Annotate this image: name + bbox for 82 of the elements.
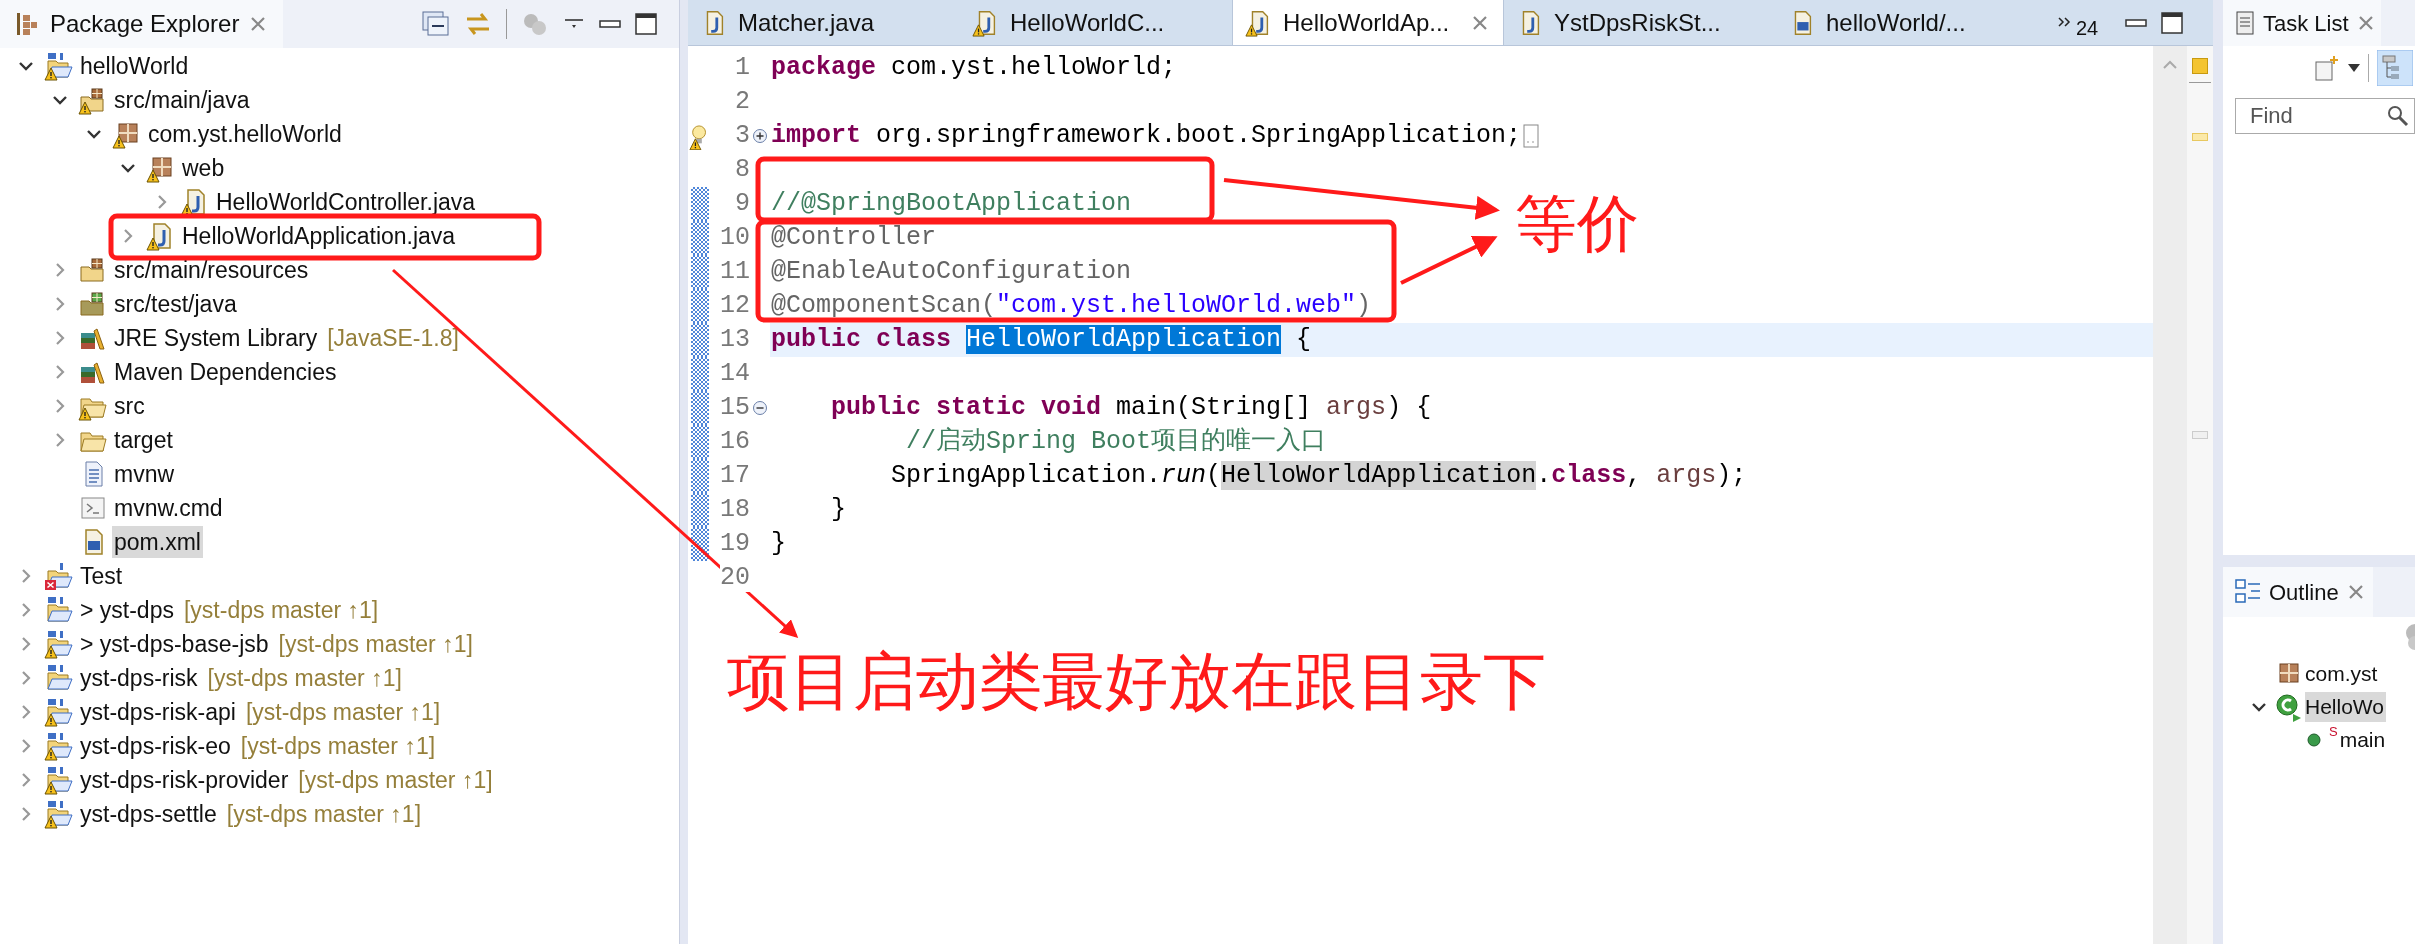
folded-code-icon[interactable] — [1523, 124, 1540, 148]
maximize-icon[interactable] — [635, 13, 657, 35]
line-number: 20 — [718, 563, 750, 593]
code-line: @EnableAutoConfiguration — [770, 256, 1132, 288]
close-icon[interactable] — [1471, 13, 1489, 32]
editor-tab[interactable]: Matcher.java — [688, 0, 960, 45]
tree-label[interactable]: target — [112, 424, 175, 456]
scroll-bar[interactable] — [2153, 46, 2187, 944]
tree-label[interactable]: > yst-dps-base-jsb — [78, 628, 271, 660]
close-icon[interactable] — [2356, 14, 2375, 32]
close-icon[interactable] — [2346, 583, 2365, 601]
code-line: package com.yst.helloWorld; — [770, 52, 1177, 84]
link-arrows-icon[interactable] — [464, 11, 492, 37]
editor-tab[interactable]: HelloWorldAp... — [1232, 0, 1504, 45]
tree-label[interactable]: yst-dps-risk-provider — [78, 764, 291, 796]
tree-label[interactable]: Test — [78, 560, 125, 592]
tree-label[interactable]: HelloWorldApplication.java — [180, 220, 458, 252]
class-icon — [2273, 691, 2303, 722]
tree-label[interactable]: yst-dps-risk-api — [78, 696, 238, 728]
repo-decoration: [yst-dps master ↑1] — [245, 697, 441, 727]
tree-label[interactable]: HelloWorldController.java — [214, 186, 478, 218]
annotation-note: 等价 — [1515, 188, 1639, 260]
outline-icon — [2235, 579, 2261, 605]
tree-label[interactable]: src/main/java — [112, 84, 252, 116]
tree-label[interactable]: src/main/resources — [112, 254, 311, 286]
code-line: public class HelloWorldApplication { — [770, 324, 1312, 356]
gears-icon[interactable] — [521, 11, 549, 37]
repo-decoration: [yst-dps master ↑1] — [207, 663, 402, 693]
editor-tab[interactable]: helloWorld/... — [1776, 0, 2046, 45]
tree-label[interactable]: mvnw — [112, 458, 177, 490]
collapse-icon[interactable] — [752, 400, 768, 416]
minimize-icon[interactable] — [2125, 17, 2147, 28]
code-line: public static void main(String[] args) { — [830, 392, 1432, 424]
dropdown-caret-icon[interactable] — [2348, 64, 2360, 72]
method-icon — [2307, 732, 2321, 747]
editor-tab[interactable]: YstDpsRiskSt... — [1504, 0, 1776, 45]
code-line: //启动Spring Boot项目的唯一入口 — [905, 426, 1327, 458]
tree-label[interactable]: yst-dps-risk-eo — [78, 730, 233, 762]
find-field[interactable]: Find — [2235, 98, 2415, 134]
package-explorer-icon — [14, 11, 40, 37]
tree-label[interactable]: Maven Dependencies — [112, 356, 339, 388]
repo-decoration: [yst-dps master ↑1] — [278, 629, 473, 659]
code-line: } — [830, 494, 846, 526]
repo-decoration: [yst-dps master ↑1] — [298, 765, 493, 795]
tree-label[interactable]: > yst-dps — [78, 594, 176, 626]
new-task-icon[interactable] — [2314, 54, 2340, 82]
clipboard-icon — [2235, 10, 2255, 36]
tree-label[interactable]: helloWorld — [78, 50, 191, 82]
collapse-all-icon[interactable] — [422, 11, 450, 37]
tree-label[interactable]: pom.xml — [112, 526, 203, 558]
code-line: } — [770, 528, 786, 560]
scroll-up-icon[interactable] — [2162, 60, 2178, 70]
static-mark: S — [2329, 725, 2338, 738]
repo-decoration: [yst-dps master ↑1] — [183, 595, 379, 625]
tree-label[interactable]: mvnw.cmd — [112, 492, 225, 524]
outline-label[interactable]: HelloWo — [2305, 691, 2386, 722]
repo-decoration: [yst-dps master ↑1] — [240, 731, 436, 761]
tree-label[interactable]: yst-dps-settle — [78, 798, 219, 830]
minimize-icon[interactable] — [599, 19, 621, 29]
editor-tab[interactable]: HelloWorldC... — [960, 0, 1232, 45]
search-icon[interactable] — [2387, 105, 2409, 127]
tree-label[interactable]: src/test/java — [112, 288, 239, 320]
expand-icon[interactable] — [752, 128, 768, 144]
code-line: //@SpringBootApplication — [770, 188, 1132, 220]
tree-label[interactable]: src — [112, 390, 147, 422]
tree-label[interactable]: JRE System Library — [112, 322, 320, 354]
annotation-note: 项目启动类最好放在跟目录下 — [727, 645, 1546, 718]
close-icon[interactable] — [249, 15, 268, 33]
tree-label[interactable]: web — [180, 152, 227, 184]
repo-decoration: [yst-dps master ↑1] — [226, 799, 422, 829]
repo-decoration: [JavaSE-1.8] — [327, 323, 459, 353]
code-line: @ComponentScan("com.yst.helloWOrld.web") — [770, 290, 1372, 322]
tree-label[interactable]: com.yst.helloWorld — [146, 118, 344, 150]
categorized-view-icon[interactable] — [2377, 50, 2413, 86]
tree-label[interactable]: yst-dps-risk — [78, 662, 200, 694]
outline-label[interactable]: main — [2339, 724, 2388, 755]
outline-label[interactable]: com.yst — [2305, 658, 2380, 689]
maximize-icon[interactable] — [2161, 11, 2183, 34]
hidden-tab-count[interactable]: 24 — [2076, 12, 2099, 43]
code-line: SpringApplication.run(HelloWorldApplication.class, args); — [890, 460, 1747, 492]
code-line: import org.springframework.boot.SpringApplication; — [770, 120, 1522, 152]
code-line: @Controller — [770, 222, 937, 254]
